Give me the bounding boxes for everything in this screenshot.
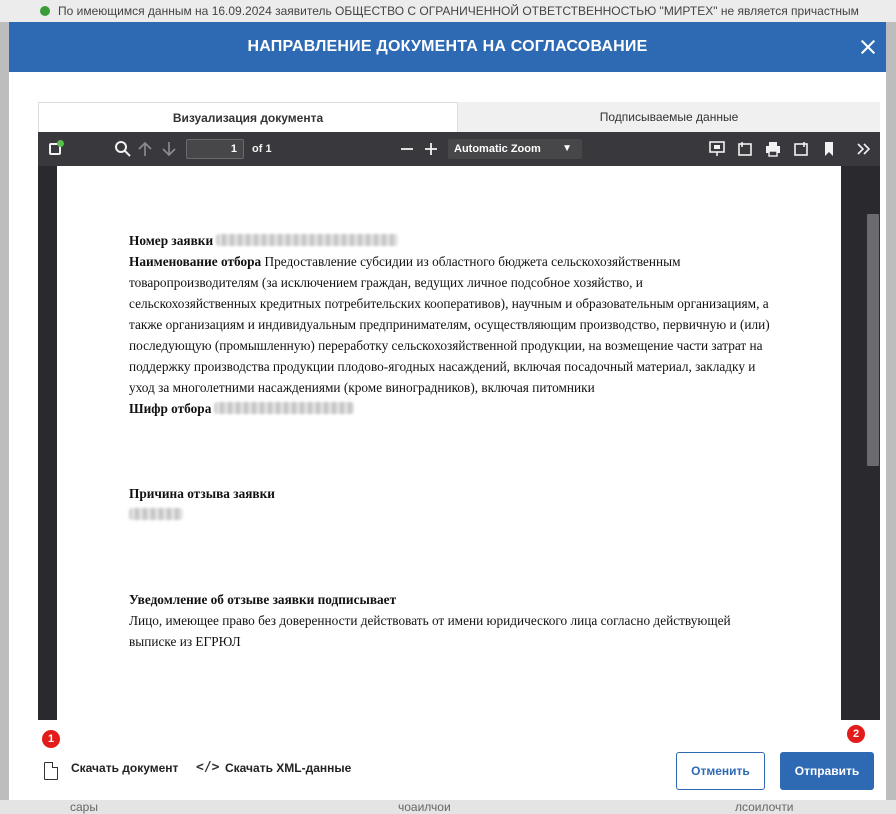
signer-label: Уведомление об отзыве заявки подписывает bbox=[129, 592, 397, 607]
application-number-row: Номер заявки bbox=[129, 230, 771, 251]
background-right bbox=[886, 22, 896, 800]
arrow-up-icon[interactable] bbox=[136, 140, 154, 158]
annotation-badge-2: 2 bbox=[847, 725, 865, 743]
annotation-badge-1: 1 bbox=[42, 730, 60, 748]
application-number-label: Номер заявки bbox=[129, 233, 214, 248]
close-icon[interactable] bbox=[856, 35, 880, 59]
document-icon[interactable] bbox=[44, 762, 58, 780]
cancel-button[interactable]: Отменить bbox=[676, 752, 765, 790]
tab-bar: Визуализация документа Подписываемые дан… bbox=[38, 102, 880, 132]
print-icon[interactable] bbox=[764, 140, 782, 158]
vertical-scrollbar[interactable] bbox=[859, 166, 880, 720]
arrow-down-icon[interactable] bbox=[160, 140, 178, 158]
pdf-viewer: of 1 Automatic Zoom ▼ bbox=[38, 132, 880, 720]
modal-title: НАПРАВЛЕНИЕ ДОКУМЕНТА НА СОГЛАСОВАНИЕ bbox=[247, 38, 648, 55]
redacted-value bbox=[216, 234, 399, 246]
background-notice-text: По имеющимся данным на 16.09.2024 заявит… bbox=[58, 4, 859, 18]
scrollbar-thumb[interactable] bbox=[867, 214, 879, 466]
viewer-toolbar: of 1 Automatic Zoom ▼ bbox=[38, 132, 880, 166]
zoom-value: Automatic Zoom bbox=[454, 143, 541, 155]
background-notice: По имеющимся данным на 16.09.2024 заявит… bbox=[0, 0, 896, 22]
open-file-icon[interactable] bbox=[736, 140, 754, 158]
background-bottom: сары чоаилчои лсоилочти bbox=[0, 800, 896, 814]
page-count: of 1 bbox=[252, 143, 272, 155]
withdrawal-reason-value bbox=[129, 504, 771, 525]
modal-header: НАПРАВЛЕНИЕ ДОКУМЕНТА НА СОГЛАСОВАНИЕ bbox=[9, 22, 886, 72]
document-area[interactable]: Номер заявки Наименование отбора Предост… bbox=[38, 166, 880, 720]
pdf-page: Номер заявки Наименование отбора Предост… bbox=[57, 166, 841, 720]
selection-name-label: Наименование отбора bbox=[129, 254, 262, 269]
withdrawal-reason-label: Причина отзыва заявки bbox=[129, 486, 275, 501]
signer-text: Лицо, имеющее право без доверенности дей… bbox=[129, 613, 731, 649]
presentation-icon[interactable] bbox=[708, 140, 726, 158]
more-tools-icon[interactable] bbox=[854, 140, 872, 158]
zoom-select[interactable]: Automatic Zoom ▼ bbox=[448, 139, 582, 159]
tab-document-visualization[interactable]: Визуализация документа bbox=[38, 102, 458, 132]
redacted-value bbox=[129, 508, 183, 520]
background-item: чоаилчои bbox=[398, 800, 451, 814]
send-button[interactable]: Отправить bbox=[780, 752, 874, 790]
bookmark-icon[interactable] bbox=[820, 140, 838, 158]
selection-code-row: Шифр отбора bbox=[129, 398, 771, 419]
download-icon[interactable] bbox=[792, 140, 810, 158]
code-icon[interactable]: </> bbox=[196, 758, 219, 778]
page-number-input[interactable] bbox=[186, 139, 244, 159]
approval-modal: НАПРАВЛЕНИЕ ДОКУМЕНТА НА СОГЛАСОВАНИЕ Ви… bbox=[9, 22, 886, 800]
selection-name-text: Предоставление субсидии из областного бю… bbox=[129, 254, 770, 395]
search-icon[interactable] bbox=[114, 140, 132, 158]
selection-name-row: Наименование отбора Предоставление субси… bbox=[129, 251, 771, 398]
zoom-in-icon[interactable] bbox=[422, 140, 440, 158]
background-item: сары bbox=[70, 800, 98, 814]
tab-signed-data[interactable]: Подписываемые данные bbox=[458, 102, 880, 132]
selection-code-label: Шифр отбора bbox=[129, 401, 212, 416]
download-document-link[interactable]: Скачать документ bbox=[71, 758, 178, 778]
background-item: лсоилочти bbox=[735, 800, 794, 814]
redacted-value bbox=[214, 402, 355, 414]
sidebar-toggle-icon[interactable] bbox=[48, 140, 66, 158]
download-xml-link[interactable]: Скачать XML-данные bbox=[225, 758, 351, 778]
chevron-down-icon: ▼ bbox=[562, 143, 572, 154]
background-left bbox=[0, 22, 9, 800]
zoom-out-icon[interactable] bbox=[398, 140, 416, 158]
check-icon bbox=[40, 6, 50, 16]
